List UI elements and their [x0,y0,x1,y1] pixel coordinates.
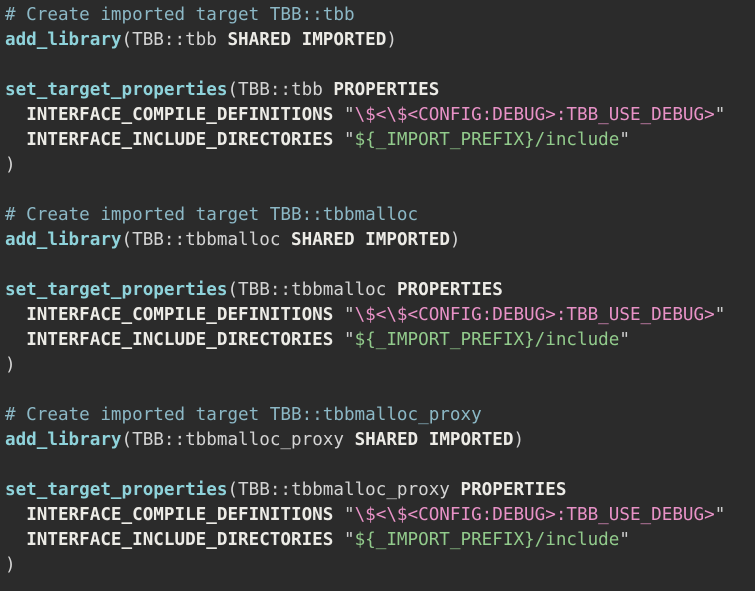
code-line[interactable]: INTERFACE_INCLUDE_DIRECTORIES "${_IMPORT… [5,128,755,153]
code-line[interactable]: add_library(TBB::tbb SHARED IMPORTED) [5,28,755,53]
close-paren: ) [513,430,525,450]
string-value: ${_IMPORT_PREFIX}/include [354,530,620,550]
property-name: INTERFACE_INCLUDE_DIRECTORIES [26,130,334,150]
string-value: ${_IMPORT_PREFIX}/include [354,330,620,350]
function-name: add_library [5,30,122,50]
code-line[interactable]: INTERFACE_COMPILE_DEFINITIONS "\$<\$<CON… [5,303,755,328]
code-line[interactable] [5,53,755,78]
property-name: INTERFACE_COMPILE_DEFINITIONS [26,505,334,525]
code-editor[interactable]: # Create imported target TBB::tbbadd_lib… [0,0,755,591]
code-line[interactable] [5,178,755,203]
keyword: IMPORTED [301,30,387,50]
target-name: TBB::tbbmalloc_proxy [132,430,344,450]
comment-text: # Create imported target TBB::tbbmalloc_… [5,405,482,425]
keyword: IMPORTED [365,230,450,250]
close-paren: ) [386,30,397,50]
string-quote: " [343,130,355,150]
function-name: set_target_properties [5,80,228,100]
code-line[interactable]: set_target_properties(TBB::tbbmalloc_pro… [5,478,755,503]
function-name: set_target_properties [5,480,228,500]
comment-text: # Create imported target TBB::tbb [5,5,355,25]
code-line[interactable]: INTERFACE_INCLUDE_DIRECTORIES "${_IMPORT… [5,528,755,553]
property-name: INTERFACE_COMPILE_DEFINITIONS [26,305,334,325]
code-line[interactable] [5,453,755,478]
string-value: \$<\$<CONFIG:DEBUG>:TBB_USE_DEBUG> [354,505,715,525]
open-paren: ( [121,430,133,450]
code-line[interactable]: add_library(TBB::tbbmalloc_proxy SHARED … [5,428,755,453]
open-paren: ( [227,80,239,100]
string-value: \$<\$<CONFIG:DEBUG>:TBB_USE_DEBUG> [354,105,715,125]
open-paren: ( [121,230,133,250]
code-line[interactable]: ) [5,553,755,578]
code-line[interactable]: ) [5,153,755,178]
code-line[interactable]: add_library(TBB::tbbmalloc SHARED IMPORT… [5,228,755,253]
code-line[interactable]: INTERFACE_COMPILE_DEFINITIONS "\$<\$<CON… [5,103,755,128]
property-name: INTERFACE_INCLUDE_DIRECTORIES [26,330,334,350]
close-paren: ) [5,555,16,575]
string-value: \$<\$<CONFIG:DEBUG>:TBB_USE_DEBUG> [354,305,715,325]
code-line[interactable]: set_target_properties(TBB::tbbmalloc PRO… [5,278,755,303]
keyword: SHARED [291,230,355,250]
close-paren: ) [449,230,461,250]
code-line[interactable]: # Create imported target TBB::tbb [5,3,755,28]
close-paren: ) [5,155,16,175]
keyword: SHARED [227,30,292,50]
string-quote: " [714,105,726,125]
target-name: TBB::tbb [132,30,217,50]
string-quote: " [343,105,355,125]
target-name: TBB::tbb [238,80,323,100]
open-paren: ( [121,30,133,50]
code-line[interactable]: # Create imported target TBB::tbbmalloc_… [5,403,755,428]
code-line[interactable]: ) [5,353,755,378]
function-name: set_target_properties [5,280,228,300]
target-name: TBB::tbbmalloc [132,230,281,250]
code-line[interactable] [5,253,755,278]
string-value: ${_IMPORT_PREFIX}/include [354,130,620,150]
keyword: PROPERTIES [396,280,503,300]
open-paren: ( [227,480,239,500]
string-quote: " [343,305,355,325]
keyword: PROPERTIES [333,80,440,100]
string-quote: " [619,130,630,150]
keyword: PROPERTIES [460,480,567,500]
comment-text: # Create imported target TBB::tbbmalloc [5,205,419,225]
string-quote: " [343,330,355,350]
code-line[interactable]: INTERFACE_INCLUDE_DIRECTORIES "${_IMPORT… [5,328,755,353]
function-name: add_library [5,230,122,250]
string-quote: " [714,505,726,525]
function-name: add_library [5,430,122,450]
code-line[interactable]: # Create imported target TBB::tbbmalloc [5,203,755,228]
string-quote: " [619,530,630,550]
code-line[interactable] [5,378,755,403]
code-line[interactable]: INTERFACE_COMPILE_DEFINITIONS "\$<\$<CON… [5,503,755,528]
target-name: TBB::tbbmalloc [238,280,387,300]
string-quote: " [343,530,355,550]
property-name: INTERFACE_INCLUDE_DIRECTORIES [26,530,334,550]
open-paren: ( [227,280,239,300]
string-quote: " [619,330,630,350]
keyword: SHARED [354,430,419,450]
close-paren: ) [5,355,16,375]
code-line[interactable]: set_target_properties(TBB::tbb PROPERTIE… [5,78,755,103]
target-name: TBB::tbbmalloc_proxy [238,480,450,500]
property-name: INTERFACE_COMPILE_DEFINITIONS [26,105,334,125]
string-quote: " [343,505,355,525]
keyword: IMPORTED [428,430,514,450]
string-quote: " [714,305,726,325]
